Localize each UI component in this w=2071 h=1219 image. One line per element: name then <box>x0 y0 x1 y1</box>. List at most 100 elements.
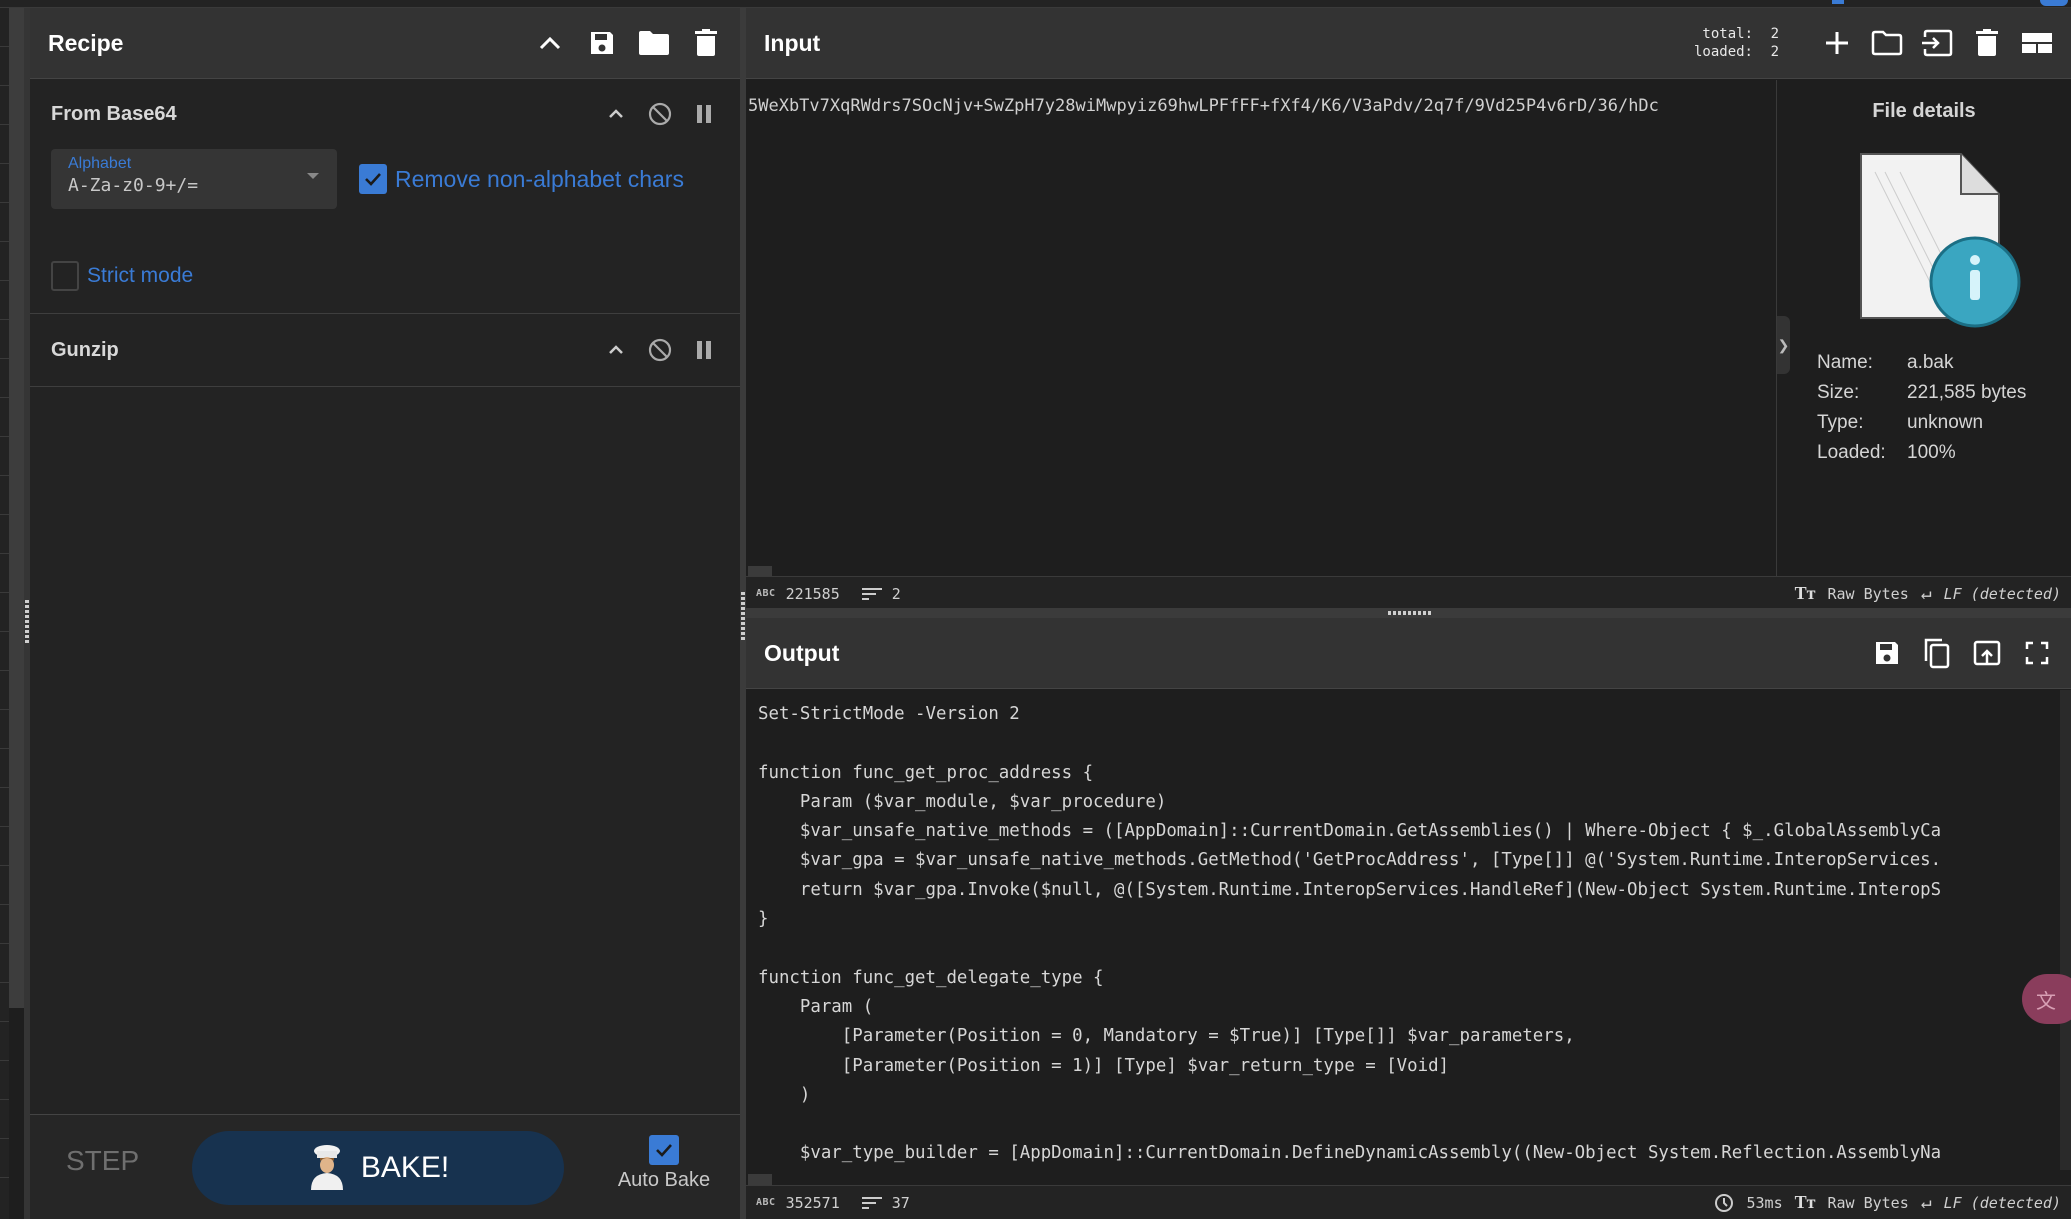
auto-bake-option[interactable]: Auto Bake <box>610 1135 718 1192</box>
output-line: return $var_gpa.Invoke($null, @([System.… <box>758 879 1942 900</box>
checkmark-icon <box>656 1144 672 1157</box>
alphabet-label: Alphabet <box>68 155 132 172</box>
move-to-input-icon <box>1973 640 2001 666</box>
remove-non-alphabet-option[interactable]: Remove non-alphabet chars <box>359 164 684 194</box>
clear-input-button[interactable] <box>1971 27 2003 59</box>
bake-label: BAKE! <box>360 1151 450 1184</box>
save-recipe-button[interactable] <box>586 27 618 59</box>
recipe-panel: Recipe From Base64 Alphabet A-Za-z0-9+/=… <box>30 8 740 1219</box>
maximise-output-button[interactable] <box>2021 637 2053 669</box>
file-details-title: File details <box>1872 100 1976 122</box>
bake-time: 53ms <box>1746 1193 1783 1212</box>
chevron-up-icon <box>609 345 623 354</box>
chevron-up-icon <box>609 109 623 118</box>
operations-list-edge <box>0 8 9 1219</box>
add-input-tab-button[interactable] <box>1821 27 1853 59</box>
output-line: [Parameter(Position = 0, Mandatory = $Tr… <box>758 1026 1575 1047</box>
breakpoint-button[interactable] <box>689 99 719 129</box>
copy-output-button[interactable] <box>1921 637 1953 669</box>
total-value: 2 <box>1770 26 1779 42</box>
output-line: $var_unsafe_native_methods = ([AppDomain… <box>758 821 1942 842</box>
open-file-button[interactable] <box>1921 27 1953 59</box>
output-line: Param ( <box>758 996 874 1017</box>
folder-icon <box>639 31 669 55</box>
input-textarea[interactable]: 5WeXbTv7XqRWdrs7SOcNjv+SwZpH7y28wiMwpyiz… <box>746 80 1774 576</box>
chevron-right-icon: ❯ <box>1777 336 1790 353</box>
output-line: $var_gpa = $var_unsafe_native_methods.Ge… <box>758 850 1942 871</box>
remove-non-alphabet-checkbox[interactable] <box>359 164 387 194</box>
load-recipe-button[interactable] <box>638 27 670 59</box>
remove-non-alphabet-label: Remove non-alphabet chars <box>395 165 684 192</box>
loaded-label: loaded: <box>1693 44 1753 60</box>
save-output-button[interactable] <box>1871 637 1903 669</box>
open-folder-button[interactable] <box>1871 27 1903 59</box>
disable-icon <box>648 102 672 126</box>
output-encoding[interactable]: Raw Bytes <box>1827 1194 1908 1212</box>
disable-operation-button[interactable] <box>645 99 675 129</box>
top-accent-mark <box>2040 0 2068 6</box>
resize-grip[interactable] <box>1388 611 1432 615</box>
file-details-table: Name: a.bak Size: 221,585 bytes Type: unkno… <box>1817 348 2026 468</box>
input-status-bar: ABC 221585 2 Tᴛ Raw Bytes ↵ LF (detected… <box>746 576 2071 610</box>
auto-bake-checkbox[interactable] <box>649 1135 679 1165</box>
file-size-label: Size: <box>1817 382 1860 403</box>
file-details-toggle[interactable]: ❯ <box>1777 316 1790 374</box>
output-line: Param ($var_module, $var_procedure) <box>758 791 1167 812</box>
strict-mode-checkbox[interactable] <box>51 261 79 291</box>
replace-input-button[interactable] <box>1971 637 2003 669</box>
reset-layout-button[interactable] <box>2021 27 2053 59</box>
output-header: Output <box>746 618 2071 689</box>
copy-icon <box>1924 638 1950 669</box>
folder-open-icon <box>1871 30 1903 56</box>
file-info-icon <box>1860 153 2021 328</box>
minimise-operation-button[interactable] <box>601 99 631 129</box>
collapse-recipe-button[interactable] <box>534 27 566 59</box>
input-encoding[interactable]: Raw Bytes <box>1827 585 1908 603</box>
operation-title: From Base64 <box>51 102 177 125</box>
pause-icon <box>697 341 711 359</box>
file-details-panel: ❯ File details Name: a.bak Size: 221,585 b… <box>1776 80 2071 576</box>
length-icon: ABC <box>756 588 776 599</box>
resize-grip[interactable] <box>25 600 29 644</box>
plus-icon <box>1826 32 1848 54</box>
translate-extension-button[interactable]: 文 <box>2022 974 2071 1024</box>
total-label: total: <box>1702 26 1753 42</box>
output-line: function func_get_delegate_type { <box>758 967 1104 988</box>
io-resize-gutter[interactable] <box>746 608 2071 618</box>
strict-mode-option[interactable]: Strict mode <box>51 261 719 291</box>
minimise-operation-button[interactable] <box>601 335 631 365</box>
eol-icon: ↵ <box>1920 583 1932 604</box>
bake-button[interactable]: BAKE! <box>192 1131 564 1205</box>
input-eol[interactable]: LF (detected) <box>1944 585 2061 603</box>
step-button[interactable]: STEP <box>66 1145 139 1177</box>
output-line: $var_type_builder = [AppDomain]::Current… <box>758 1143 1942 1164</box>
auto-bake-label: Auto Bake <box>617 1169 711 1191</box>
file-name-label: Name: <box>1817 352 1873 373</box>
output-length: 352571 <box>785 1193 840 1212</box>
input-panel: Input total: 2 loaded: 2 5WeXbTv7XqRWdrs… <box>746 8 2071 610</box>
output-textarea[interactable]: Set-StrictMode -Version 2 function func_… <box>746 690 2060 1170</box>
lines-icon <box>861 587 882 600</box>
output-eol[interactable]: LF (detected) <box>1944 1194 2061 1212</box>
output-line: ) <box>758 1084 811 1105</box>
file-type-label: Type: <box>1817 412 1864 433</box>
chef-icon <box>310 1145 343 1190</box>
operations-scrollbar[interactable] <box>9 8 24 1008</box>
input-icon <box>1922 29 1953 57</box>
eol-icon: ↵ <box>1920 1192 1932 1213</box>
alphabet-select[interactable]: Alphabet A-Za-z0-9+/= <box>51 149 337 209</box>
file-type-value: unknown <box>1907 412 1984 433</box>
clear-recipe-button[interactable] <box>690 27 722 59</box>
input-line-count: 2 <box>891 584 901 603</box>
resize-grip[interactable] <box>741 592 745 640</box>
disable-operation-button[interactable] <box>645 335 675 365</box>
file-size-value: 221,585 bytes <box>1907 382 2027 403</box>
input-title: Input <box>764 29 821 56</box>
clock-icon <box>1715 1193 1734 1212</box>
output-line: Set-StrictMode -Version 2 <box>758 704 1020 724</box>
output-line: function func_get_proc_address { <box>758 762 1094 783</box>
breakpoint-button[interactable] <box>689 335 719 365</box>
output-vertical-scrollbar[interactable] <box>2060 690 2071 1170</box>
